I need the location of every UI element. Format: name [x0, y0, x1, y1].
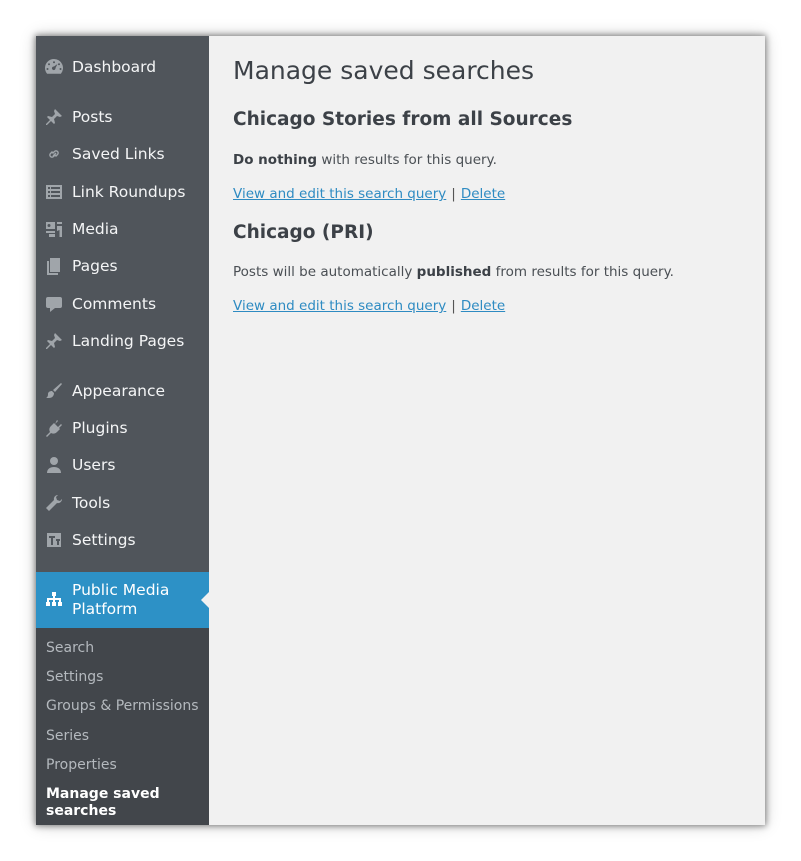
- pages-icon: [43, 255, 65, 277]
- sidebar-item-label: Media: [72, 220, 119, 238]
- submenu-item-properties[interactable]: Properties: [46, 757, 117, 773]
- sidebar-item-label: Dashboard: [72, 58, 157, 76]
- main-content: Manage saved searches Chicago Stories fr…: [209, 36, 765, 825]
- media-icon: [43, 218, 65, 240]
- sidebar-item-label: Pages: [72, 257, 118, 275]
- pin-icon: [43, 330, 65, 352]
- sidebar-item-label: Settings: [72, 531, 136, 549]
- sidebar-item-landing-pages[interactable]: Landing Pages: [36, 324, 209, 358]
- sidebar-item-pages[interactable]: Pages: [36, 249, 209, 283]
- sidebar-item-comments[interactable]: Comments: [36, 287, 209, 321]
- sidebar-item-appearance[interactable]: Appearance: [36, 374, 209, 408]
- separator: |: [451, 298, 456, 314]
- sidebar-submenu: Search Settings Groups & Permissions Ser…: [36, 628, 209, 825]
- submenu-item-manage-saved-searches[interactable]: Manage saved searches: [46, 786, 196, 820]
- saved-search-title: Chicago (PRI): [233, 222, 374, 243]
- edit-search-link[interactable]: View and edit this search query: [233, 186, 446, 202]
- sidebar-item-label: Landing Pages: [72, 332, 185, 350]
- saved-search-description: Posts will be automatically published fr…: [233, 264, 674, 280]
- search-action: published: [416, 264, 492, 280]
- pin-icon: [43, 106, 65, 128]
- plugin-icon: [43, 417, 65, 439]
- sidebar-item-label: Link Roundups: [72, 183, 186, 201]
- delete-search-link[interactable]: Delete: [461, 186, 505, 202]
- description-text: from results for this query.: [491, 264, 674, 280]
- separator: |: [451, 186, 456, 202]
- search-action: Do nothing: [233, 152, 318, 168]
- wrench-icon: [43, 492, 65, 514]
- list-icon: [43, 181, 65, 203]
- comment-icon: [43, 293, 65, 315]
- saved-search-actions: View and edit this search query | Delete: [233, 186, 505, 202]
- edit-search-link[interactable]: View and edit this search query: [233, 298, 446, 314]
- sidebar-item-plugins[interactable]: Plugins: [36, 411, 209, 445]
- sidebar-item-label: Comments: [72, 295, 157, 313]
- sitemap-icon: [43, 589, 65, 611]
- sidebar-item-media[interactable]: Media: [36, 212, 209, 246]
- page-title: Manage saved searches: [233, 56, 535, 85]
- submenu-item-groups-permissions[interactable]: Groups & Permissions: [46, 698, 199, 714]
- submenu-item-series[interactable]: Series: [46, 728, 89, 744]
- delete-search-link[interactable]: Delete: [461, 298, 505, 314]
- sidebar-item-label: Plugins: [72, 419, 128, 437]
- sidebar-item-label: Saved Links: [72, 145, 165, 163]
- user-icon: [43, 454, 65, 476]
- saved-search-description: Do nothing with results for this query.: [233, 152, 497, 168]
- sidebar-item-public-media-platform[interactable]: Public Media Platform: [36, 572, 209, 628]
- current-menu-arrow: [201, 592, 209, 608]
- submenu-item-search[interactable]: Search: [46, 640, 94, 656]
- brush-icon: [43, 380, 65, 402]
- sidebar-item-settings[interactable]: Settings: [36, 523, 209, 557]
- saved-search-actions: View and edit this search query | Delete: [233, 298, 505, 314]
- settings-icon: [43, 529, 65, 551]
- sidebar-item-label: Users: [72, 456, 116, 474]
- sidebar-item-saved-links[interactable]: Saved Links: [36, 137, 209, 171]
- admin-sidebar: Dashboard Posts Saved Links Link Roundup…: [36, 36, 209, 825]
- sidebar-item-label: Appearance: [72, 382, 166, 400]
- sidebar-item-tools[interactable]: Tools: [36, 486, 209, 520]
- description-text: Posts will be automatically: [233, 264, 417, 280]
- sidebar-item-label: Posts: [72, 108, 113, 126]
- sidebar-item-dashboard[interactable]: Dashboard: [36, 50, 209, 84]
- dashboard-icon: [43, 56, 65, 78]
- description-text: with results for this query.: [317, 152, 497, 168]
- sidebar-item-label: Public Media Platform: [72, 581, 170, 618]
- admin-window: Dashboard Posts Saved Links Link Roundup…: [36, 36, 765, 825]
- sidebar-item-users[interactable]: Users: [36, 448, 209, 482]
- sidebar-item-posts[interactable]: Posts: [36, 100, 209, 134]
- submenu-item-settings[interactable]: Settings: [46, 669, 103, 685]
- saved-search-title: Chicago Stories from all Sources: [233, 109, 573, 130]
- sidebar-item-label: Tools: [72, 494, 111, 512]
- sidebar-item-link-roundups[interactable]: Link Roundups: [36, 175, 209, 209]
- link-icon: [43, 143, 65, 165]
